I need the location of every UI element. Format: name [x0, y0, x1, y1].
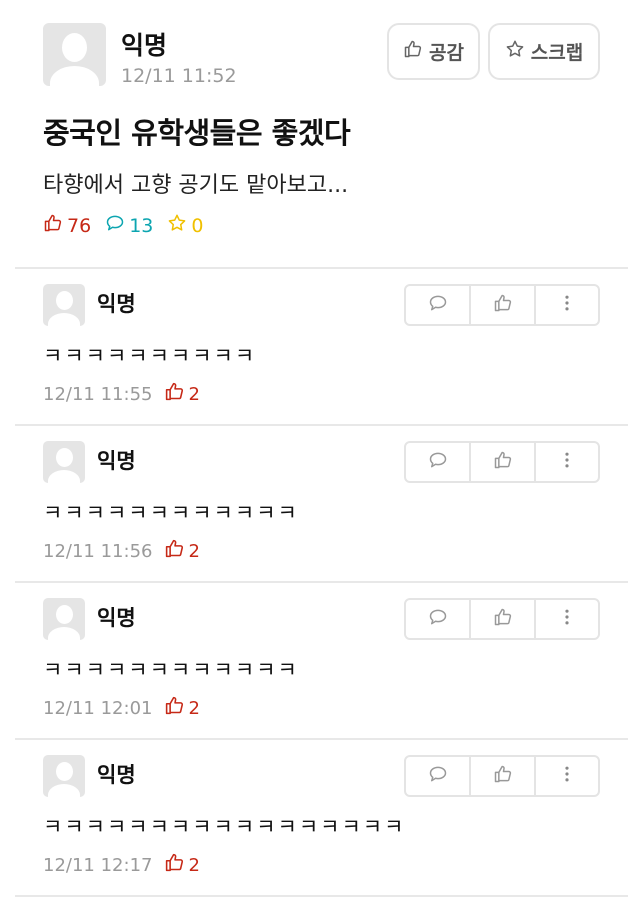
comment-actions [404, 284, 600, 326]
comment-time: 12/11 11:56 [43, 540, 153, 562]
comment-like-value: 2 [188, 383, 200, 405]
thumbs-up-icon [493, 607, 513, 631]
comment-text: ㅋㅋㅋㅋㅋㅋㅋㅋㅋㅋㅋㅋ [43, 658, 299, 682]
speech-bubble-icon [105, 213, 125, 238]
thumbs-up-icon [164, 852, 185, 878]
comment-count-value: 13 [129, 214, 154, 237]
comment-author: 익명 [97, 763, 136, 787]
star-icon [505, 39, 525, 64]
thumbs-up-icon [493, 293, 513, 317]
avatar [43, 441, 85, 483]
comment-like-button[interactable] [471, 286, 536, 324]
comment-meta: 12/11 12:17 2 [43, 852, 200, 878]
post: 익명 12/11 11:52 공감 스크랩 중국인 유학생들은 좋겠다 타향에서… [0, 0, 643, 268]
comment-count: 13 [105, 213, 153, 238]
reply-button[interactable] [406, 600, 471, 638]
comment-actions [404, 755, 600, 797]
scrap-count: 0 [167, 213, 203, 238]
comment: 익명 ㅋㅋㅋㅋㅋㅋㅋㅋㅋㅋㅋㅋㅋㅋㅋㅋㅋ 12/11 12:17 2 [0, 739, 643, 895]
comment-like-value: 2 [188, 540, 200, 562]
avatar [43, 755, 85, 797]
speech-bubble-icon [428, 293, 448, 317]
reply-button[interactable] [406, 443, 471, 481]
comment-time: 12/11 11:55 [43, 383, 153, 405]
comment-like-count: 2 [164, 381, 200, 407]
more-vertical-icon [557, 293, 577, 317]
post-body: 타향에서 고향 공기도 맡아보고... [43, 173, 349, 198]
comment-author: 익명 [97, 449, 136, 473]
comment-text: ㅋㅋㅋㅋㅋㅋㅋㅋㅋㅋ [43, 344, 257, 368]
reply-button[interactable] [406, 757, 471, 795]
more-vertical-icon [557, 450, 577, 474]
thumbs-up-icon [164, 695, 185, 721]
avatar [43, 284, 85, 326]
comment-like-count: 2 [164, 695, 200, 721]
comment-like-button[interactable] [471, 443, 536, 481]
comment-time: 12/11 12:17 [43, 854, 153, 876]
comment: 익명 ㅋㅋㅋㅋㅋㅋㅋㅋㅋㅋ 12/11 11:55 2 [0, 268, 643, 424]
more-button[interactable] [536, 757, 598, 795]
comment-author: 익명 [97, 292, 136, 316]
thumbs-up-icon [403, 39, 423, 64]
thumbs-up-icon [164, 381, 185, 407]
comment-meta: 12/11 11:56 2 [43, 538, 200, 564]
comment-time: 12/11 12:01 [43, 697, 153, 719]
comment-like-count: 2 [164, 538, 200, 564]
more-button[interactable] [536, 286, 598, 324]
comment: 익명 ㅋㅋㅋㅋㅋㅋㅋㅋㅋㅋㅋㅋ 12/11 11:56 2 [0, 425, 643, 581]
more-vertical-icon [557, 607, 577, 631]
scrap-count-value: 0 [191, 214, 204, 237]
speech-bubble-icon [428, 764, 448, 788]
comment-like-value: 2 [188, 854, 200, 876]
comment-like-button[interactable] [471, 600, 536, 638]
avatar [43, 23, 106, 86]
comment-text: ㅋㅋㅋㅋㅋㅋㅋㅋㅋㅋㅋㅋ [43, 501, 299, 525]
like-count-value: 76 [67, 214, 92, 237]
post-author: 익명 [121, 31, 168, 60]
comment-author: 익명 [97, 606, 136, 630]
comment-like-count: 2 [164, 852, 200, 878]
like-count: 76 [43, 213, 91, 238]
comment-like-button[interactable] [471, 757, 536, 795]
post-time: 12/11 11:52 [121, 65, 237, 87]
reply-button[interactable] [406, 286, 471, 324]
speech-bubble-icon [428, 450, 448, 474]
comment-actions [404, 441, 600, 483]
like-button[interactable]: 공감 [387, 23, 480, 80]
star-icon [167, 213, 187, 238]
thumbs-up-icon [43, 213, 63, 238]
comment-meta: 12/11 12:01 2 [43, 695, 200, 721]
thumbs-up-icon [164, 538, 185, 564]
more-button[interactable] [536, 443, 598, 481]
comment-meta: 12/11 11:55 2 [43, 381, 200, 407]
scrap-button-label: 스크랩 [530, 42, 584, 64]
thumbs-up-icon [493, 764, 513, 788]
more-button[interactable] [536, 600, 598, 638]
thumbs-up-icon [493, 450, 513, 474]
comment: 익명 ㅋㅋㅋㅋㅋㅋㅋㅋㅋㅋㅋㅋ 12/11 12:01 2 [0, 582, 643, 738]
divider [15, 895, 628, 897]
post-stats: 76 13 0 [43, 213, 217, 238]
like-button-label: 공감 [429, 42, 464, 64]
more-vertical-icon [557, 764, 577, 788]
scrap-button[interactable]: 스크랩 [488, 23, 600, 80]
speech-bubble-icon [428, 607, 448, 631]
comment-like-value: 2 [188, 697, 200, 719]
comment-actions [404, 598, 600, 640]
post-title: 중국인 유학생들은 좋겠다 [43, 116, 351, 150]
comment-text: ㅋㅋㅋㅋㅋㅋㅋㅋㅋㅋㅋㅋㅋㅋㅋㅋㅋ [43, 815, 406, 839]
avatar [43, 598, 85, 640]
